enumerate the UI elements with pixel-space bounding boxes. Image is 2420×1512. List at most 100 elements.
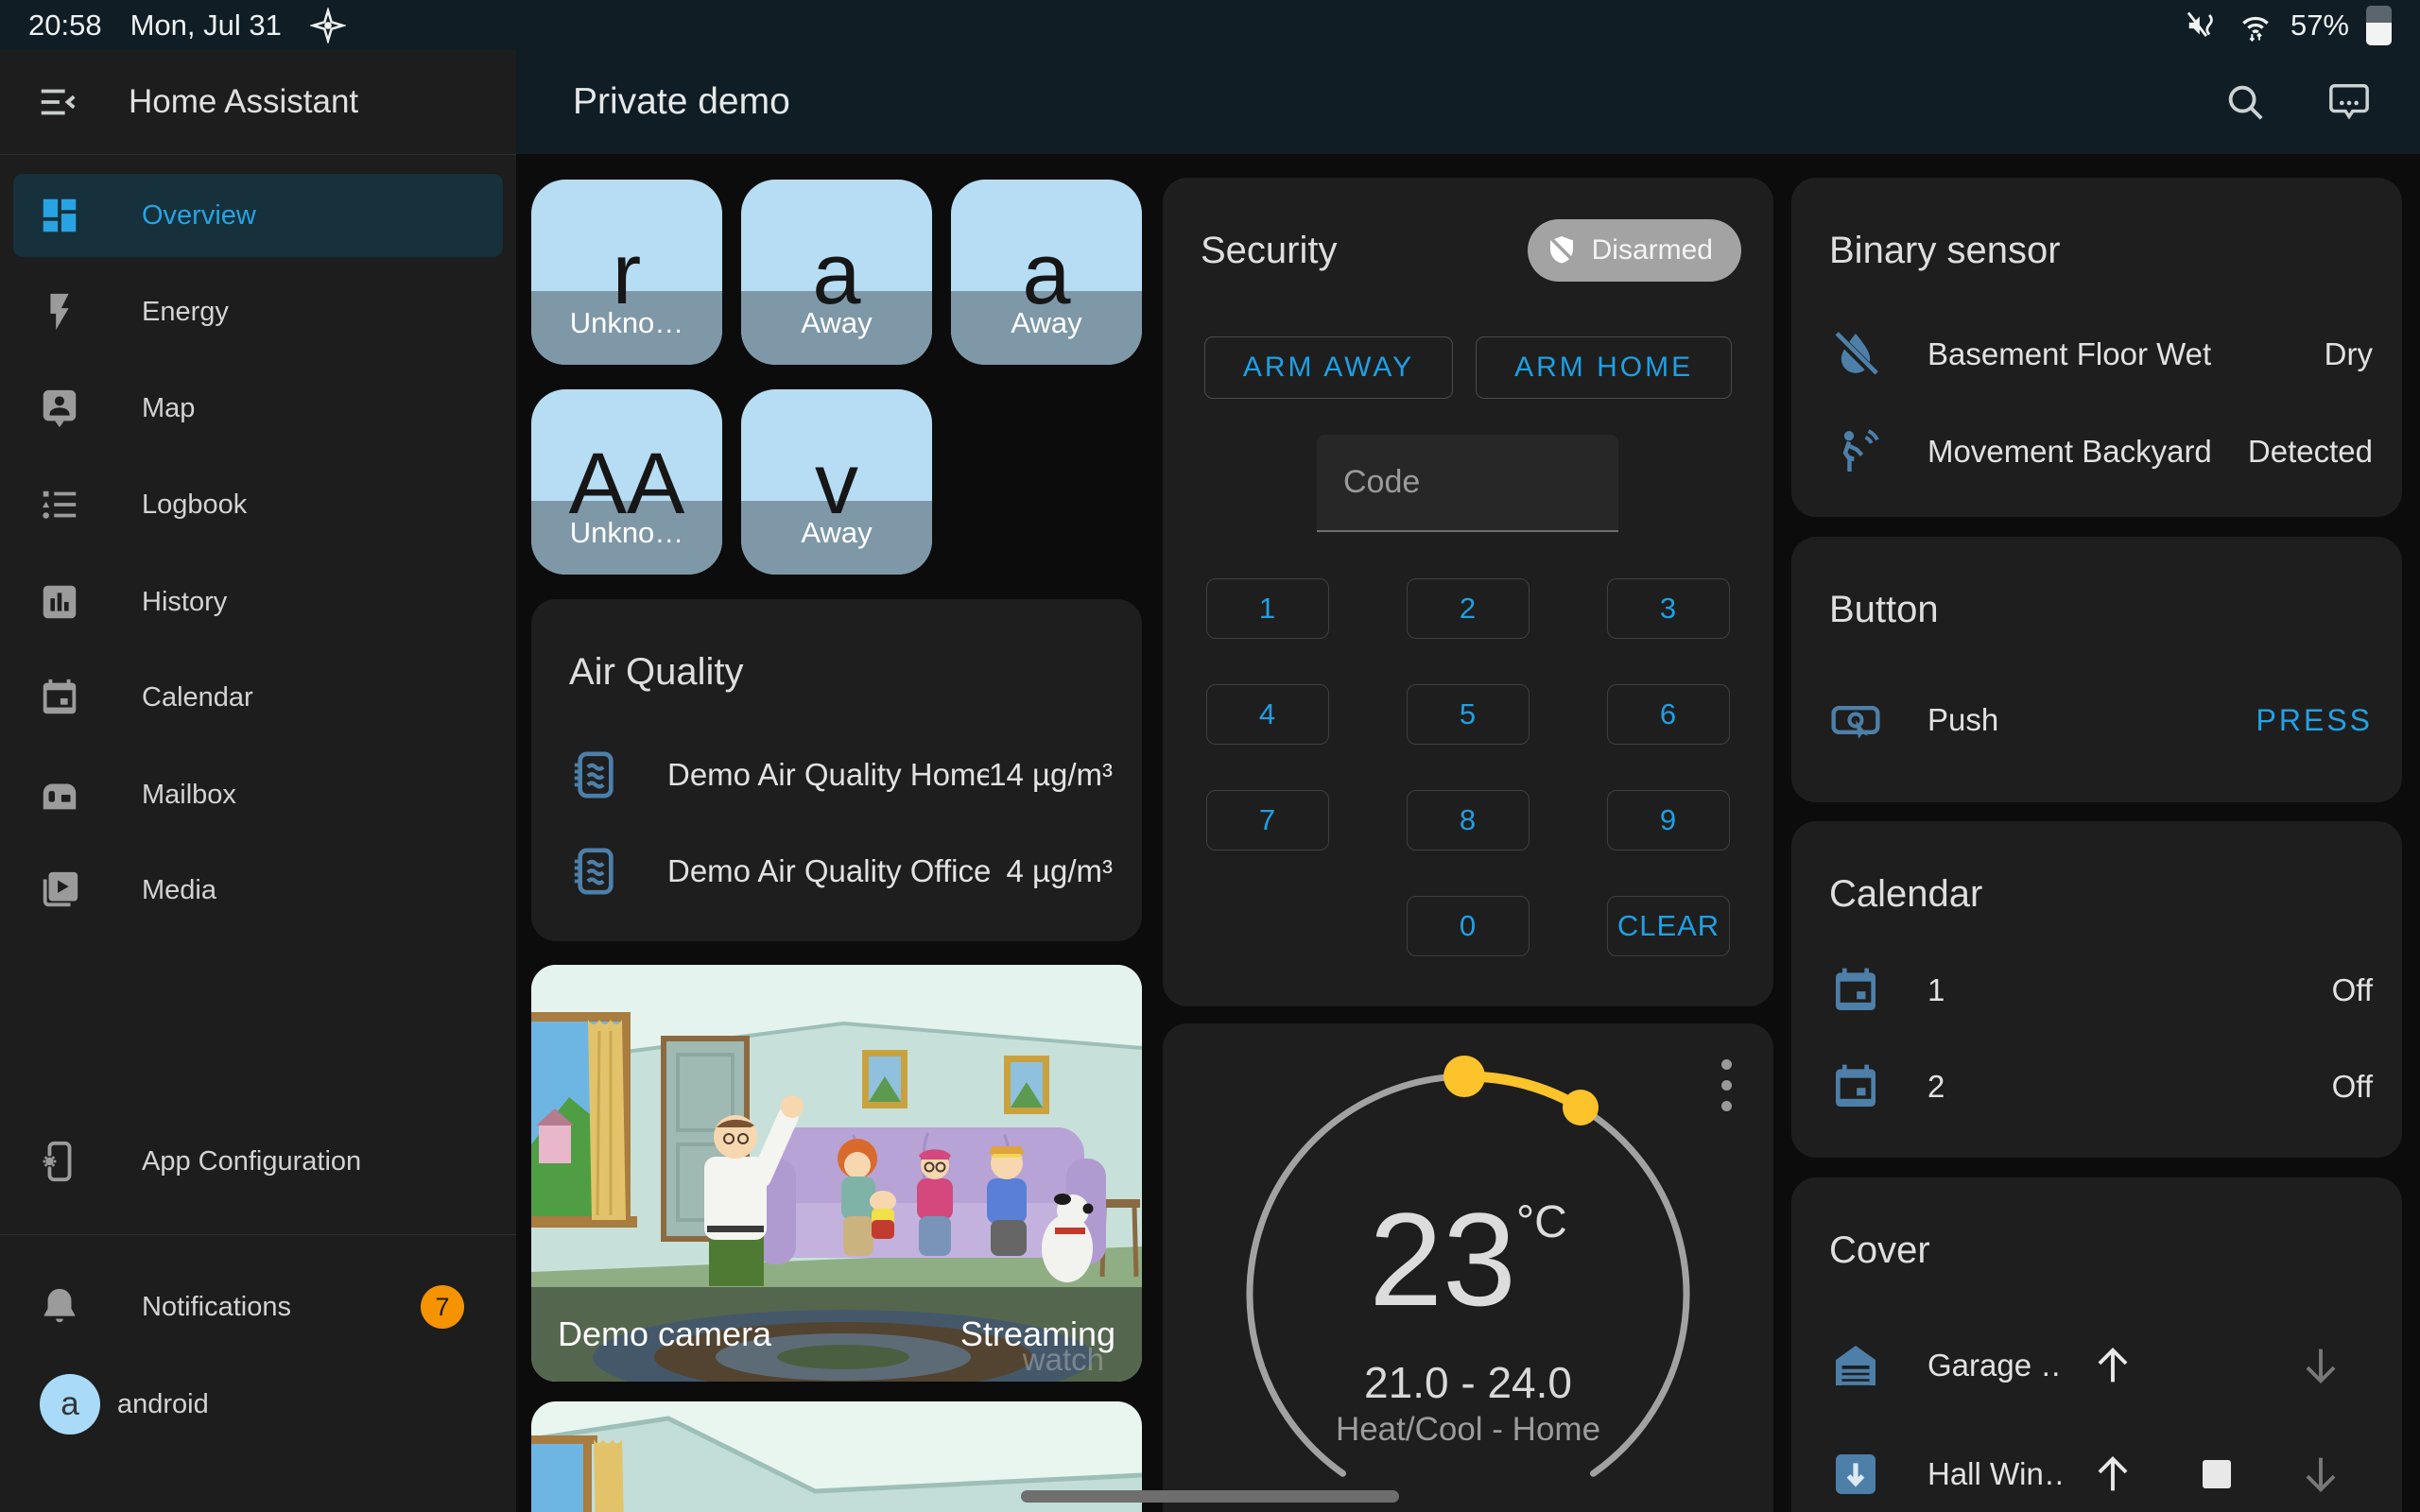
- target-temperature-range: 21.0 - 24.0: [1163, 1357, 1773, 1408]
- dashboard-title: Private demo: [573, 81, 2223, 123]
- person-badge[interactable]: v Away: [741, 389, 932, 575]
- keypad-0[interactable]: 0: [1407, 896, 1530, 956]
- temperature-unit: °C: [1516, 1197, 1567, 1247]
- more-options-icon[interactable]: [1721, 1059, 1732, 1111]
- keypad-8[interactable]: 8: [1407, 790, 1530, 850]
- notification-count-badge: 7: [421, 1285, 464, 1329]
- cover-open-button[interactable]: [2061, 1341, 2165, 1390]
- entity-row[interactable]: Garage …: [1829, 1328, 2373, 1403]
- calendar-card: Calendar 1 Off 2 Off: [1791, 821, 2402, 1158]
- motion-sensor-icon: [1829, 425, 1882, 478]
- sidebar-item-mailbox[interactable]: Mailbox: [13, 753, 503, 836]
- bell-icon: [38, 1285, 81, 1329]
- sidebar-item-map[interactable]: Map: [13, 367, 503, 450]
- keypad-4[interactable]: 4: [1206, 684, 1329, 745]
- entity-row[interactable]: Hall Win…: [1829, 1436, 2373, 1512]
- camera-name: Demo camera: [558, 1314, 771, 1354]
- status-date: Mon, Jul 31: [130, 9, 282, 43]
- format-list-icon: [38, 483, 81, 526]
- keypad-clear[interactable]: CLEAR: [1607, 896, 1730, 956]
- alarm-keypad: 1 2 3 4 5 6 7 8 9 0 CLEAR: [1206, 578, 1730, 956]
- person-badge[interactable]: r Unkno…: [531, 180, 722, 365]
- battery-icon: [2366, 6, 2392, 45]
- android-status-bar: 20:58 Mon, Jul 31 57%: [0, 0, 2420, 50]
- status-time: 20:58: [28, 9, 102, 43]
- security-card: Security Disarmed ARM AWAY ARM HOME 1 2 …: [1163, 178, 1773, 1006]
- cellphone-cog-icon: [38, 1140, 81, 1183]
- entity-row[interactable]: Movement Backyard Detected: [1829, 414, 2373, 490]
- binary-sensor-card: Binary sensor Basement Floor Wet Dry Mov…: [1791, 178, 2402, 517]
- sidebar-item-energy[interactable]: Energy: [13, 270, 503, 353]
- sidebar-divider: [0, 1234, 516, 1235]
- camera-card[interactable]: Demo camera Streaming watch: [531, 965, 1142, 1382]
- sidebar-item-history[interactable]: History: [13, 560, 503, 644]
- arm-home-button[interactable]: ARM HOME: [1476, 336, 1732, 399]
- card-title: Button: [1829, 589, 1939, 631]
- sidebar-item-app-configuration[interactable]: App Configuration: [13, 1120, 503, 1203]
- water-off-icon: [1829, 328, 1882, 381]
- air-quality-card: Air Quality Demo Air Quality Home 14 µg/…: [531, 599, 1142, 941]
- entity-row[interactable]: 1 Off: [1829, 953, 2373, 1028]
- cover-close-button[interactable]: [2269, 1341, 2373, 1390]
- person-badge[interactable]: a Away: [741, 180, 932, 365]
- search-icon[interactable]: [2223, 80, 2267, 124]
- press-button[interactable]: PRESS: [2256, 703, 2373, 738]
- button-card: Button Push PRESS: [1791, 537, 2402, 802]
- gesture-tap-button-icon: [1829, 694, 1882, 747]
- alarm-state-badge[interactable]: Disarmed: [1528, 219, 1741, 282]
- app-bar: Private demo: [516, 50, 2420, 154]
- cover-close-button[interactable]: [2269, 1450, 2373, 1499]
- gesture-pill[interactable]: [1021, 1490, 1399, 1503]
- assist-chat-icon[interactable]: [2327, 80, 2371, 124]
- wifi-icon: [2238, 8, 2273, 43]
- shield-off-icon: [1545, 233, 1579, 267]
- sidebar-item-user[interactable]: a android: [13, 1363, 503, 1446]
- play-box-multiple-icon: [38, 868, 81, 912]
- entity-row[interactable]: 2 Off: [1829, 1049, 2373, 1125]
- menu-toggle-icon[interactable]: [36, 80, 79, 124]
- arm-away-button[interactable]: ARM AWAY: [1204, 336, 1453, 399]
- cover-open-button[interactable]: [2061, 1450, 2165, 1499]
- keypad-3[interactable]: 3: [1607, 578, 1730, 639]
- card-title: Calendar: [1829, 873, 1982, 916]
- sidebar-item-calendar[interactable]: Calendar: [13, 656, 503, 739]
- keypad-9[interactable]: 9: [1607, 790, 1730, 850]
- entity-row[interactable]: Demo Air Quality Home 14 µg/m³: [569, 737, 1113, 813]
- alarm-code-input[interactable]: [1317, 435, 1618, 532]
- cover-card: Cover Garage … Hall Win…: [1791, 1177, 2402, 1512]
- keypad-1[interactable]: 1: [1206, 578, 1329, 639]
- calendar-icon: [1829, 964, 1882, 1017]
- thermostat-card[interactable]: 23°C 21.0 - 24.0 Heat/Cool - Home: [1163, 1023, 1773, 1512]
- person-badge[interactable]: AA Unkno…: [531, 389, 722, 575]
- home-assistant-screen: 20:58 Mon, Jul 31 57%: [0, 0, 2420, 1512]
- sidebar-item-logbook[interactable]: Logbook: [13, 463, 503, 546]
- calendar-icon: [1829, 1060, 1882, 1113]
- entity-row[interactable]: Demo Air Quality Office 4 µg/m³: [569, 833, 1113, 909]
- card-title: Cover: [1829, 1229, 1930, 1272]
- keypad-6[interactable]: 6: [1607, 684, 1730, 745]
- app-title: Home Assistant: [129, 83, 358, 121]
- entity-row[interactable]: Push PRESS: [1829, 682, 2373, 758]
- hvac-mode-label: Heat/Cool - Home: [1163, 1411, 1773, 1449]
- keypad-7[interactable]: 7: [1206, 790, 1329, 850]
- user-avatar: a: [40, 1374, 100, 1435]
- garage-icon: [1829, 1339, 1882, 1392]
- mailbox-icon: [38, 773, 81, 816]
- card-title: Security: [1201, 230, 1338, 272]
- keypad-5[interactable]: 5: [1407, 684, 1530, 745]
- sidebar-item-notifications[interactable]: Notifications 7: [13, 1265, 503, 1349]
- person-badge[interactable]: a Away: [951, 180, 1142, 365]
- card-title: Air Quality: [569, 651, 744, 694]
- battery-percent: 57%: [2290, 9, 2349, 43]
- sound-muted-icon: [2185, 8, 2221, 43]
- sidebar: Home Assistant Overview Energy Map Logbo…: [0, 50, 516, 1512]
- lightning-bolt-icon: [38, 290, 81, 334]
- card-title: Binary sensor: [1829, 230, 2061, 272]
- cover-stop-button[interactable]: [2165, 1460, 2269, 1488]
- sidebar-item-overview[interactable]: Overview: [13, 174, 503, 257]
- current-temperature: 23°C: [1163, 1194, 1773, 1326]
- entity-row[interactable]: Basement Floor Wet Dry: [1829, 317, 2373, 392]
- sidebar-item-media[interactable]: Media: [13, 849, 503, 932]
- view-dashboard-icon: [38, 194, 81, 237]
- keypad-2[interactable]: 2: [1407, 578, 1530, 639]
